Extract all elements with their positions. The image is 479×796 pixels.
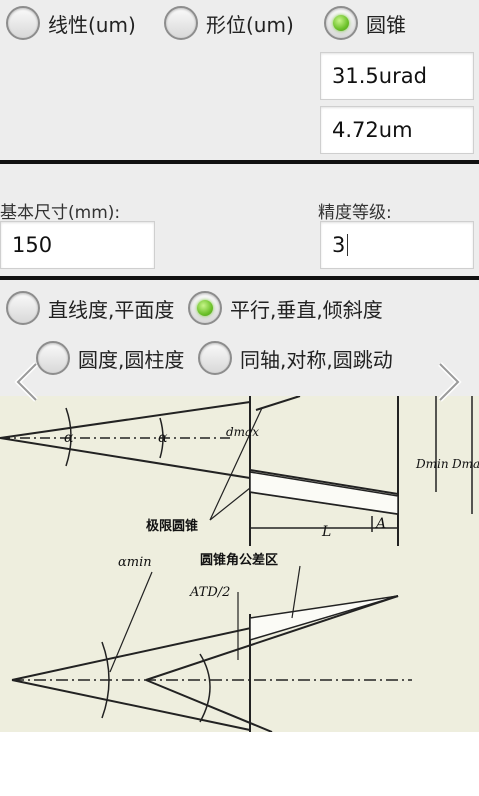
radio-cone[interactable]: 圆锥 [324,6,406,40]
precision-grade-label: 精度等级: [318,203,392,223]
lower-inner-top [145,595,399,681]
radio-button[interactable] [6,6,40,40]
radio-button[interactable] [6,291,40,325]
angle-tolerance-field[interactable]: 31.5urad [320,52,474,100]
basic-size-label: 基本尺寸(mm): [0,203,121,223]
alpha-label-1: α [64,430,74,446]
alpha-min-leader [109,571,153,673]
radio-parallelism[interactable]: 平行,垂直,倾斜度 [188,291,383,325]
chevron-left-icon [14,362,38,402]
precision-grade-input[interactable]: 3 [320,221,474,269]
input-panel: 基本尺寸(mm): 150 精度等级: 3 [0,164,479,276]
radio-button-selected[interactable] [188,291,222,325]
diagram-svg: α α dmax Dmin Dmax L A αmin ATD/2 极限圆锥 圆… [0,396,479,732]
cone-tolerance-diagram: α α dmax Dmin Dmax L A αmin ATD/2 极限圆锥 圆… [0,396,479,732]
chevron-right-icon [438,362,462,402]
radio-coaxiality-label: 同轴,对称,圆跳动 [240,347,393,372]
radio-linear-label: 线性(um) [48,12,136,37]
radio-geometric-label: 形位(um) [206,12,294,37]
alpha-label-2: α [158,430,168,446]
text-cursor [347,234,349,256]
tolerance-type-panel: 直线度,平面度 平行,垂直,倾斜度 圆度,圆柱度 同轴,对称,圆跳动 [0,280,479,396]
radio-button[interactable] [164,6,198,40]
dmax-label: dmax [226,425,259,439]
atd-label: ATD/2 [189,585,230,600]
cone-angle-zone-label: 圆锥角公差区 [200,552,278,568]
radio-roundness[interactable]: 圆度,圆柱度 [36,341,184,375]
cone-upper-edge [0,401,251,439]
selected-dot [333,15,349,31]
radio-linear[interactable]: 线性(um) [6,6,136,40]
diameter-tolerance-value: 4.72um [332,118,413,142]
lower-tolerance-zone [249,595,399,642]
a-label: A [374,516,386,532]
lower-angle-arc-2 [199,653,211,723]
diameter-tolerance-field[interactable]: 4.72um [320,106,474,154]
selected-dot [197,300,213,316]
cone-lower-edge [0,437,251,479]
radio-straightness[interactable]: 直线度,平面度 [6,291,174,325]
next-page-button[interactable] [434,360,464,404]
precision-grade-value: 3 [332,233,346,257]
basic-size-value: 150 [12,233,53,257]
radio-coaxiality[interactable]: 同轴,对称,圆跳动 [198,341,393,375]
radio-straightness-label: 直线度,平面度 [48,297,175,322]
radio-cone-label: 圆锥 [366,12,406,37]
upper-hatch [255,396,301,411]
lower-cone-bottom [11,679,251,731]
prev-page-button[interactable] [12,360,42,404]
radio-button[interactable] [198,341,232,375]
leader-limit-cone-1 [209,487,251,521]
tolerance-zone [249,471,399,515]
mode-panel: 线性(um) 形位(um) 圆锥 31.5urad 4.72um [0,0,479,160]
radio-geometric[interactable]: 形位(um) [164,6,294,40]
limit-cone-label: 极限圆锥 [146,518,198,534]
lower-inner-bottom [145,679,273,732]
radio-button-selected[interactable] [324,6,358,40]
angle-tolerance-value: 31.5urad [332,64,427,88]
radio-roundness-label: 圆度,圆柱度 [78,347,185,372]
Dmin-label: Dmin [415,457,449,471]
radio-parallelism-label: 平行,垂直,倾斜度 [230,297,383,322]
Dmax-label: Dmax [451,457,479,471]
basic-size-input[interactable]: 150 [0,221,155,269]
alpha-min-label: αmin [118,555,152,570]
length-label: L [321,524,331,540]
